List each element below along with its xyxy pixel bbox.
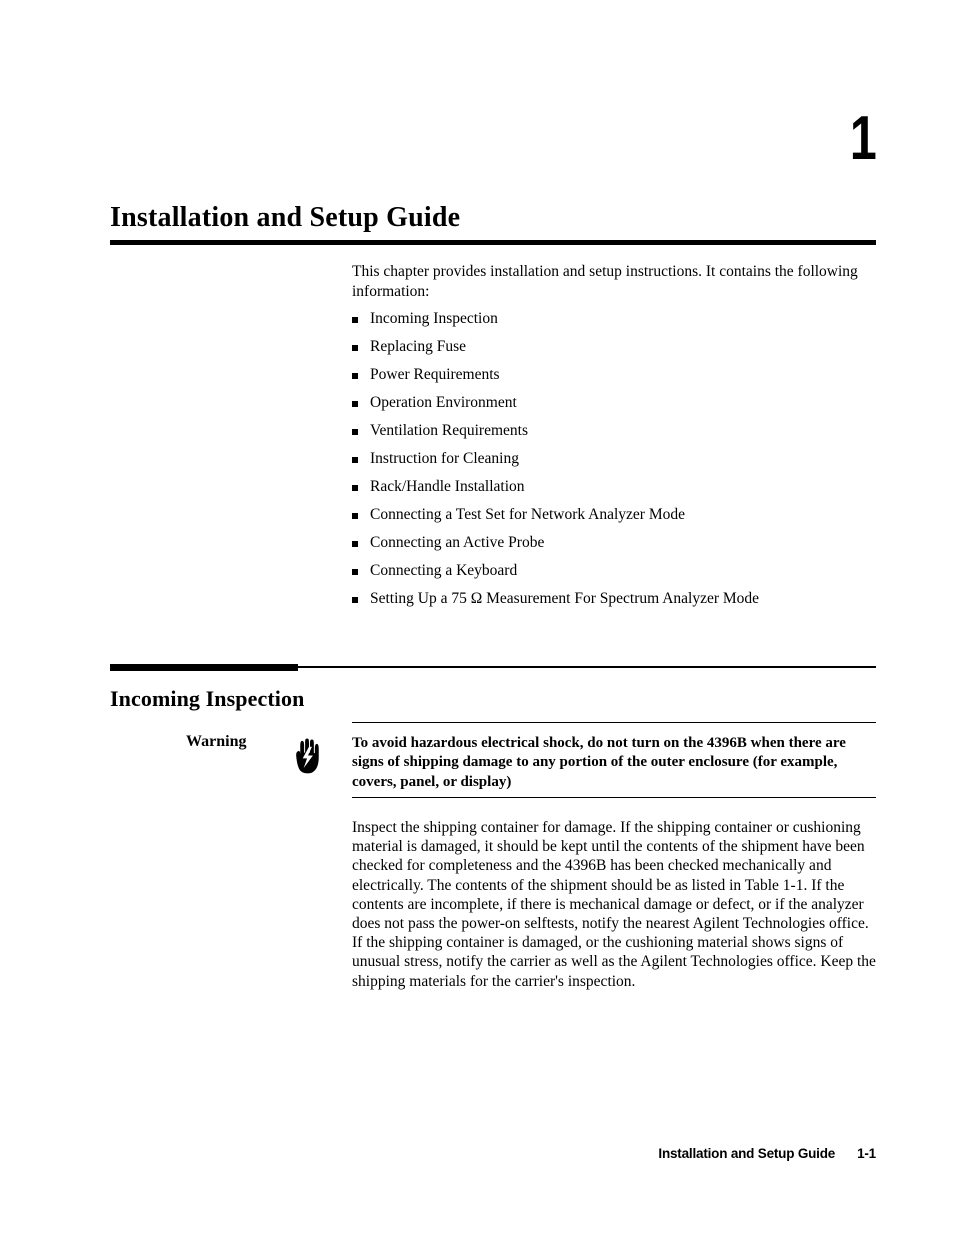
electric-shock-hand-icon — [294, 738, 324, 774]
warning-label: Warning — [186, 733, 247, 750]
footer-page-number: 1-1 — [857, 1146, 876, 1161]
list-item-label: Connecting an Active Probe — [370, 534, 545, 551]
bullet-square-icon — [352, 401, 358, 407]
bullet-square-icon — [352, 485, 358, 491]
list-item: Rack/Handle Installation — [352, 479, 880, 495]
chapter-contents-list: Incoming Inspection Replacing Fuse Power R… — [352, 311, 880, 619]
bullet-square-icon — [352, 541, 358, 547]
list-item-label: Instruction for Cleaning — [370, 450, 519, 467]
chapter-number: 1 — [849, 104, 877, 173]
list-item: Operation Environment — [352, 395, 880, 411]
footer-title: Installation and Setup Guide — [658, 1146, 836, 1161]
page-title: Installation and Setup Guide — [110, 202, 461, 233]
bullet-square-icon — [352, 457, 358, 463]
bullet-square-icon — [352, 569, 358, 575]
list-item-label: Setting Up a 75 Ω Measurement For Spectr… — [370, 590, 760, 607]
bullet-square-icon — [352, 597, 358, 603]
list-item-label: Connecting a Test Set for Network Analyz… — [370, 506, 686, 523]
warning-bottom-divider — [352, 797, 876, 799]
list-item-label: Rack/Handle Installation — [370, 478, 525, 495]
body-paragraph: Inspect the shipping container for damag… — [352, 819, 876, 990]
section-heading-rule — [298, 666, 876, 668]
list-item: Connecting a Test Set for Network Analyz… — [352, 507, 880, 523]
bullet-square-icon — [352, 513, 358, 519]
bullet-square-icon — [352, 429, 358, 435]
list-item: Incoming Inspection — [352, 311, 880, 327]
list-item-label: Replacing Fuse — [370, 338, 466, 355]
list-item: Connecting an Active Probe — [352, 535, 880, 551]
list-item: Power Requirements — [352, 367, 880, 383]
list-item: Ventilation Requirements — [352, 423, 880, 439]
list-item: Instruction for Cleaning — [352, 451, 880, 467]
list-item-label: Ventilation Requirements — [370, 422, 528, 439]
warning-top-divider — [352, 722, 876, 724]
warning-text: To avoid hazardous electrical shock, do … — [352, 735, 846, 790]
list-item-label: Incoming Inspection — [370, 310, 498, 327]
list-item-label: Power Requirements — [370, 366, 500, 383]
bullet-square-icon — [352, 373, 358, 379]
list-item: Connecting a Keyboard — [352, 563, 880, 579]
section-heading-bar — [110, 664, 298, 671]
section-title-incoming-inspection: Incoming Inspection — [110, 686, 305, 711]
bullet-square-icon — [352, 345, 358, 351]
page-footer: Installation and Setup Guide 1-1 — [400, 1146, 876, 1161]
list-item: Replacing Fuse — [352, 339, 880, 355]
list-item-label: Operation Environment — [370, 394, 517, 411]
document-page: 1 Installation and Setup Guide This chap… — [0, 0, 954, 1235]
title-divider — [110, 240, 876, 245]
list-item-label: Connecting a Keyboard — [370, 562, 518, 579]
list-item: Setting Up a 75 Ω Measurement For Spectr… — [352, 591, 880, 607]
bullet-square-icon — [352, 317, 358, 323]
intro-paragraph: This chapter provides installation and s… — [352, 263, 858, 300]
